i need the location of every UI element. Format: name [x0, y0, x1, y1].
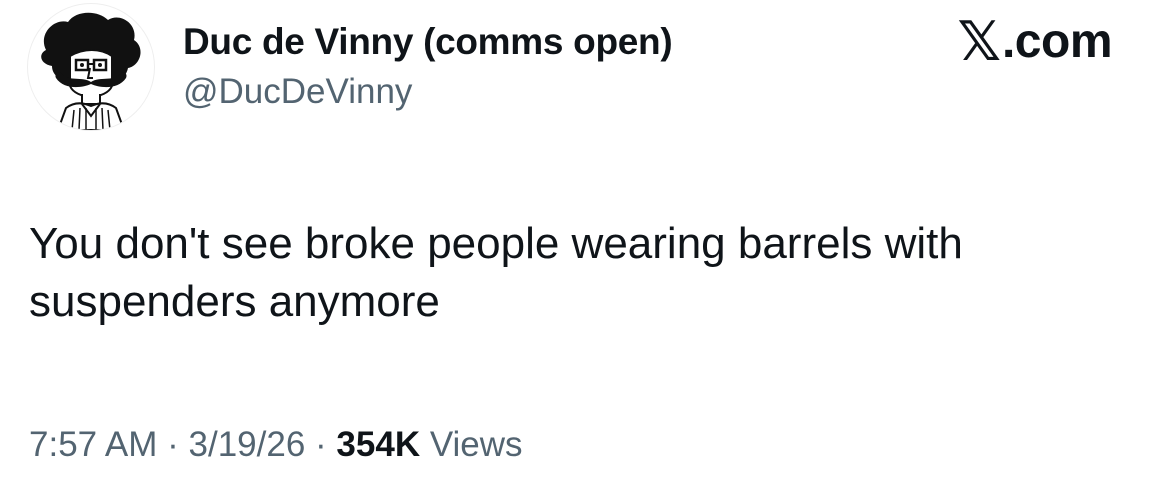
tweet-text: You don't see broke people wearing barre… — [29, 219, 963, 326]
avatar[interactable] — [27, 3, 155, 131]
author-handle[interactable]: @DucDeVinny — [183, 70, 412, 114]
tweet-time[interactable]: 7:57 AM — [29, 425, 157, 464]
views-count: 354K — [336, 425, 421, 464]
source-site: 𝕏 .com — [957, 10, 1113, 73]
cartoon-avatar-icon — [41, 12, 141, 130]
views-label: Views — [420, 425, 523, 464]
tweet-date[interactable]: 3/19/26 — [189, 425, 306, 464]
tweet-card: Duc de Vinny (comms open) @DucDeVinny 𝕏 … — [0, 0, 1170, 488]
meta-separator: · — [157, 425, 189, 464]
author-display-name[interactable]: Duc de Vinny (comms open) — [183, 20, 673, 64]
tweet-meta: 7:57 AM · 3/19/26 · 354K Views — [29, 423, 523, 467]
source-site-label: .com — [1001, 15, 1113, 68]
meta-separator: · — [305, 425, 337, 464]
x-logo-icon: 𝕏 — [957, 10, 1001, 73]
